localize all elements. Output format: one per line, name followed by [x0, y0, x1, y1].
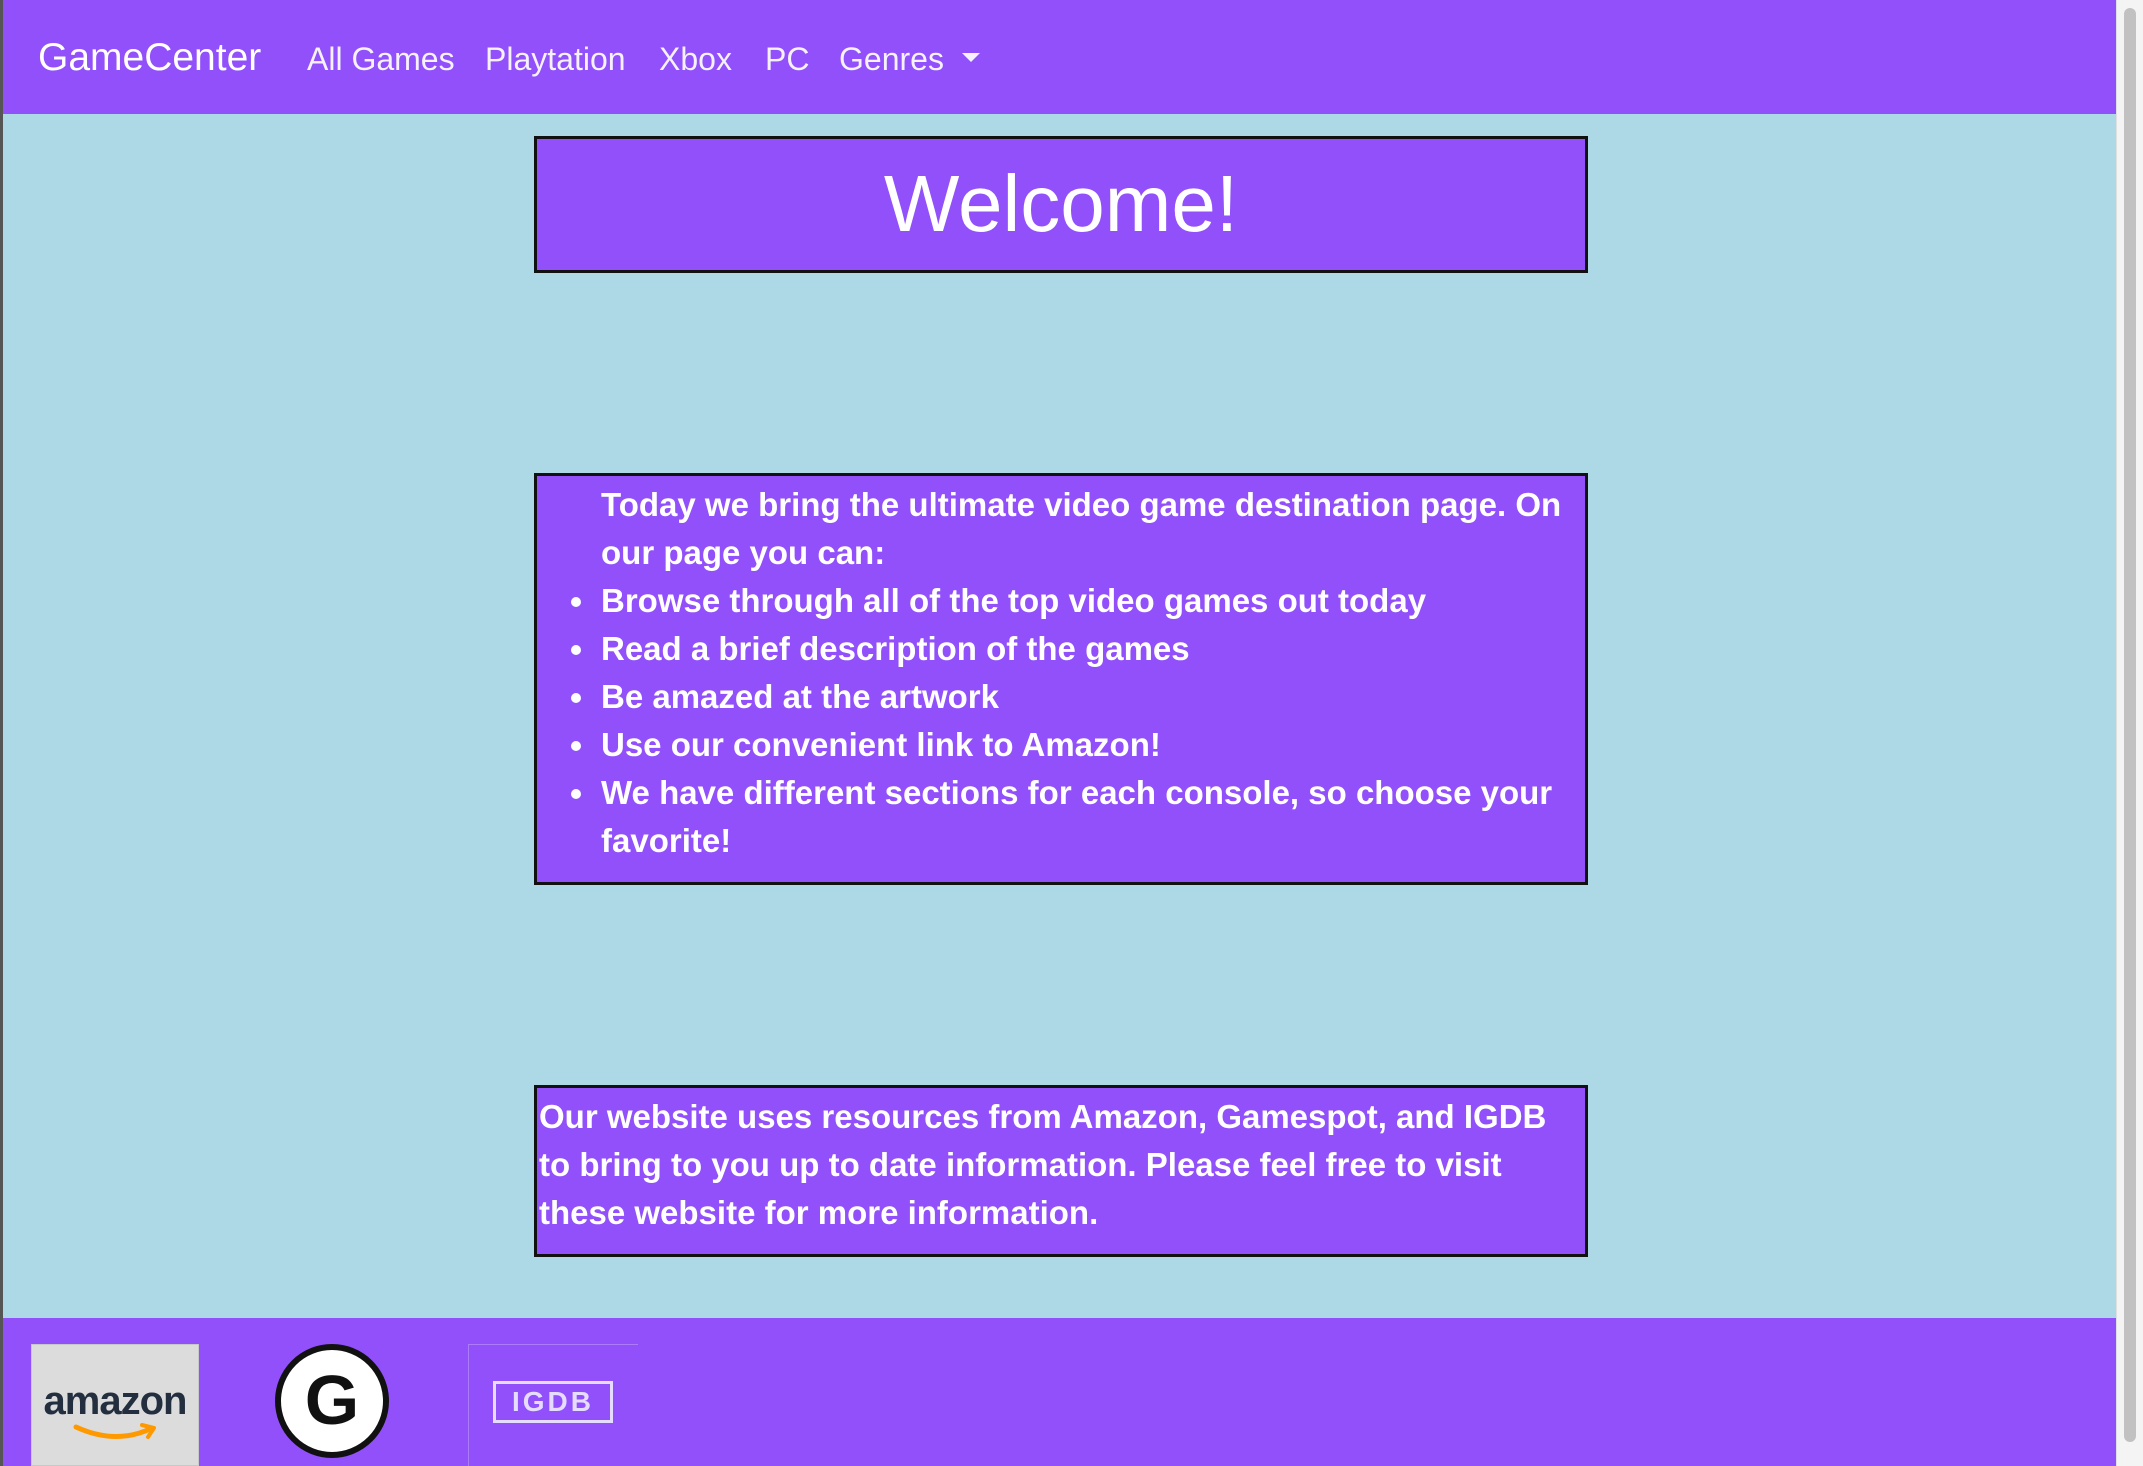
features-list: Today we bring the ultimate video game d…	[571, 481, 1576, 865]
welcome-box: Welcome!	[534, 136, 1588, 273]
welcome-title: Welcome!	[883, 159, 1239, 248]
amazon-logo-icon: amazon	[43, 1379, 188, 1423]
feature-item: Browse through all of the top video game…	[571, 577, 1576, 625]
resources-text: Our website uses resources from Amazon, …	[539, 1098, 1547, 1231]
features-box: Today we bring the ultimate video game d…	[534, 473, 1588, 885]
igdb-logo-frame: IGDB	[493, 1381, 613, 1423]
vertical-scrollbar[interactable]	[2116, 0, 2143, 1466]
nav-xbox[interactable]: Xbox	[659, 36, 732, 82]
page: GameCenter All Games Playtation Xbox PC …	[0, 0, 2119, 1466]
igdb-logo-link[interactable]: IGDB	[468, 1344, 638, 1466]
scrollbar-thumb[interactable]	[2124, 8, 2136, 1442]
nav-genres-dropdown[interactable]: Genres	[839, 36, 980, 82]
feature-item: Use our convenient link to Amazon!	[571, 721, 1576, 769]
footer: amazon G IGDB	[3, 1318, 2119, 1466]
nav-all-games[interactable]: All Games	[307, 36, 455, 82]
resources-box: Our website uses resources from Amazon, …	[534, 1085, 1588, 1257]
nav-playstation[interactable]: Playtation	[485, 36, 626, 82]
brand-link[interactable]: GameCenter	[38, 32, 261, 84]
feature-item: Read a brief description of the games	[571, 625, 1576, 673]
gamespot-logo-icon: G	[304, 1361, 360, 1439]
amazon-smile-icon	[73, 1423, 156, 1440]
navbar: GameCenter All Games Playtation Xbox PC …	[3, 0, 2119, 114]
nav-pc[interactable]: PC	[765, 36, 809, 82]
nav-genres-label: Genres	[839, 41, 944, 77]
amazon-logo-link[interactable]: amazon	[31, 1344, 199, 1466]
gamespot-logo-link[interactable]: G	[275, 1344, 389, 1458]
feature-item: We have different sections for each cons…	[571, 769, 1576, 865]
features-intro: Today we bring the ultimate video game d…	[601, 486, 1562, 571]
caret-down-icon	[961, 53, 980, 63]
igdb-logo-icon: IGDB	[512, 1386, 594, 1417]
feature-item: Be amazed at the artwork	[571, 673, 1576, 721]
